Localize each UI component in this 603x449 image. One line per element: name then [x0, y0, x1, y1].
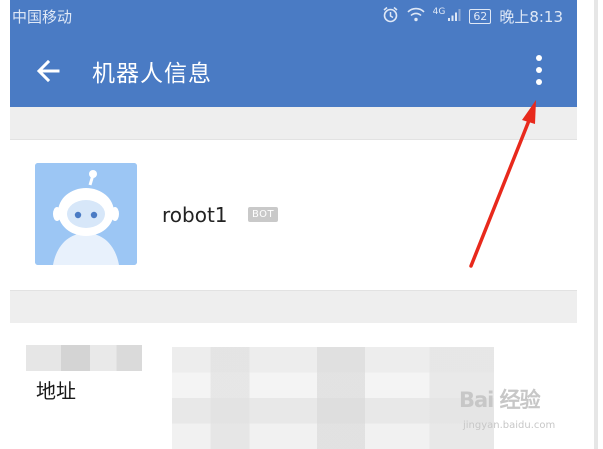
battery-level: 62 — [469, 9, 492, 24]
robot-avatar-icon — [35, 163, 137, 265]
arrow-left-icon — [36, 59, 60, 83]
carrier-name: 中国移动 — [12, 8, 73, 26]
status-bar: 中国移动 4G 62 晚上8:13 — [10, 0, 577, 34]
watermark-url: jingyan.baidu.com — [463, 420, 556, 431]
bot-profile-row: robot1 BOT — [10, 140, 577, 290]
watermark: Bai 经验 jingyan.baidu.com — [459, 384, 571, 436]
status-indicators: 4G 62 晚上8:13 — [382, 6, 563, 27]
bot-name: robot1 — [162, 203, 228, 227]
clock-time: 晚上8:13 — [499, 8, 563, 26]
redacted-text — [26, 345, 142, 371]
more-vertical-icon — [536, 55, 542, 85]
back-button[interactable] — [32, 54, 66, 88]
address-label: 地址 — [36, 379, 76, 403]
phone-screen: 中国移动 4G 62 晚上8:13 机器人信息 robot1 BOT 地址 — [10, 0, 577, 449]
redacted-address-value — [172, 347, 494, 449]
scrollbar[interactable] — [594, 0, 598, 449]
section-divider — [10, 290, 577, 324]
alarm-icon — [382, 6, 399, 27]
app-bar: 机器人信息 — [10, 34, 577, 107]
page-title: 机器人信息 — [92, 61, 212, 87]
network-type: 4G — [432, 6, 446, 17]
signal-icon — [447, 8, 461, 26]
wifi-icon — [407, 7, 425, 26]
more-options-button[interactable] — [524, 50, 554, 92]
bot-badge: BOT — [248, 207, 279, 222]
watermark-logo: Bai 经验 — [459, 388, 541, 412]
section-divider — [10, 107, 577, 140]
